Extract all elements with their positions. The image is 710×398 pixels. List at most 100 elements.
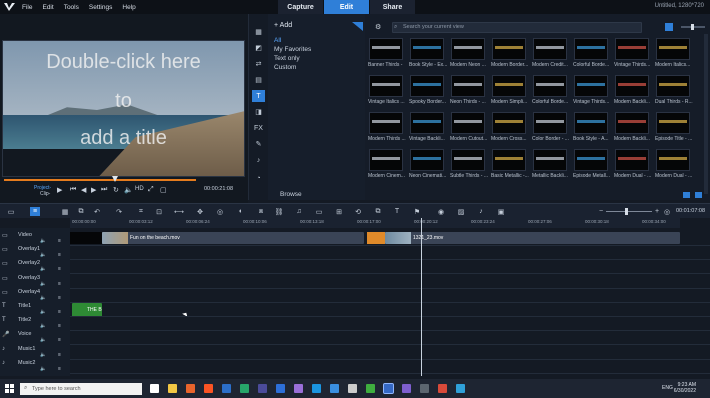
template-icon[interactable]: ▤ (252, 74, 265, 86)
link-icon[interactable]: ⛓ (274, 207, 284, 216)
zoom-slider[interactable] (606, 211, 652, 212)
color-icon[interactable]: ◐ (236, 207, 246, 216)
menu-edit[interactable]: Edit (42, 4, 53, 11)
track-label[interactable]: Video (18, 232, 32, 238)
category-text-only[interactable]: Text only (274, 55, 300, 62)
title-thumbnail[interactable] (451, 75, 485, 97)
split-icon[interactable]: ⟷ (174, 207, 184, 216)
title-thumbnail[interactable] (656, 112, 690, 134)
title-thumbnail[interactable] (451, 112, 485, 134)
mosaic-icon[interactable]: ▨ (456, 207, 466, 216)
app-icon-1[interactable] (222, 384, 231, 393)
title-thumbnail[interactable] (369, 149, 403, 171)
track-volume-icon[interactable]: 🔈 (40, 266, 46, 272)
track-label[interactable]: Music1 (18, 346, 35, 352)
category-custom[interactable]: Custom (274, 64, 296, 71)
taskbar-search-input[interactable]: Type here to search (20, 383, 142, 395)
timecode[interactable]: 00:00:21:08 (204, 186, 233, 192)
track-menu-icon[interactable]: ≡ (58, 309, 61, 315)
track-label[interactable]: Voice (18, 331, 31, 337)
track-volume-icon[interactable]: 🔈 (40, 309, 46, 315)
menu-settings[interactable]: Settings (89, 4, 113, 11)
library-scrollbar[interactable] (704, 34, 708, 194)
audio-mix-icon[interactable]: ♫ (294, 207, 304, 216)
windows-start-icon[interactable] (5, 384, 14, 393)
category-all[interactable]: All (274, 37, 281, 44)
app-icon-11[interactable] (438, 384, 447, 393)
overlay-icon[interactable]: ⧈ (256, 207, 266, 216)
music-icon[interactable]: ♪ (476, 207, 486, 216)
preview-video[interactable]: Double-click here to add a title (2, 40, 245, 177)
track-volume-icon[interactable]: 🔈 (40, 252, 46, 258)
category-favorites[interactable]: My Favorites (274, 46, 311, 53)
file-explorer-icon[interactable] (168, 384, 177, 393)
app-icon-10[interactable] (420, 384, 429, 393)
title-clip[interactable]: THE B (72, 303, 102, 317)
motion-icon[interactable]: ✥ (195, 207, 205, 216)
track-menu-icon[interactable]: ≡ (58, 266, 61, 272)
timeline-view-icon[interactable]: ≡ (30, 207, 40, 216)
track-menu-icon[interactable]: ≡ (58, 337, 61, 343)
volume-icon[interactable]: 🔈 (124, 186, 133, 194)
title-thumbnail[interactable] (533, 149, 567, 171)
mask-icon[interactable]: ◎ (215, 207, 225, 216)
copy-icon[interactable]: ⧉ (76, 207, 86, 216)
title-thumbnail[interactable] (656, 149, 690, 171)
title-thumbnail[interactable] (410, 38, 444, 60)
transition-icon[interactable]: ⇄ (252, 58, 265, 70)
skip-end-icon[interactable]: ⏭ (101, 186, 107, 194)
stabilize-icon[interactable]: ⟲ (353, 207, 363, 216)
track-volume-icon[interactable]: 🔈 (40, 366, 46, 372)
track-volume-icon[interactable]: 🔈 (40, 323, 46, 329)
grid-icon[interactable]: ⊞ (334, 207, 344, 216)
zoom-handle[interactable] (625, 208, 628, 215)
trim-icon[interactable]: ⊡ (154, 207, 164, 216)
prev-frame-icon[interactable]: ◀ (81, 186, 86, 194)
skip-start-icon[interactable]: ⏮ (70, 186, 76, 194)
crop-icon[interactable]: ⌗ (136, 207, 146, 216)
app-icon-5[interactable] (294, 384, 303, 393)
track-volume-icon[interactable]: 🔈 (40, 281, 46, 287)
media-icon[interactable]: ▦ (252, 26, 265, 38)
taskbar-clock[interactable]: 9:23 AM 6/30/2022 (674, 382, 696, 394)
track-volume-icon[interactable]: 🔈 (40, 337, 46, 343)
title-thumbnail[interactable] (369, 75, 403, 97)
fullscreen-icon[interactable]: ⤢ (148, 186, 154, 194)
videostudio-taskbar-icon[interactable] (383, 383, 394, 394)
title-thumbnail[interactable] (533, 75, 567, 97)
app-icon-3[interactable] (258, 384, 267, 393)
snapshot-icon[interactable]: ▢ (160, 186, 167, 194)
grid-view-icon[interactable] (665, 23, 673, 31)
title-thumbnail[interactable] (492, 75, 526, 97)
track-menu-icon[interactable]: ≡ (58, 281, 61, 287)
track-label[interactable]: Overlay4 (18, 289, 40, 295)
track-manager-icon[interactable]: ▦ (60, 207, 70, 216)
title-thumbnail[interactable] (369, 38, 403, 60)
title-thumbnail[interactable] (656, 38, 690, 60)
instant-project-icon[interactable]: ◩ (252, 42, 265, 54)
timeline-ruler[interactable]: 00:00:00:00 00:00:03:12 00:00:06:24 00:00:1… (70, 218, 680, 228)
app-icon-6[interactable] (312, 384, 321, 393)
title-thumbnail[interactable] (410, 149, 444, 171)
tab-share[interactable]: Share (370, 0, 415, 14)
title-thumbnail[interactable] (492, 112, 526, 134)
track-menu-icon[interactable]: ≡ (58, 252, 61, 258)
title-thumbnail[interactable] (451, 149, 485, 171)
title-thumbnail[interactable] (615, 149, 649, 171)
title-thumbnail[interactable] (615, 38, 649, 60)
menu-file[interactable]: File (22, 4, 32, 11)
title-overlay-line2[interactable]: to (3, 90, 244, 113)
add-folder-button[interactable]: + Add (274, 22, 292, 29)
redo-icon[interactable]: ↷ (114, 207, 124, 216)
track-volume-icon[interactable]: 🔈 (40, 352, 46, 358)
play-icon[interactable]: ▶ (57, 186, 62, 194)
tab-capture[interactable]: Capture (278, 0, 323, 14)
title-thumbnail[interactable] (451, 38, 485, 60)
playhead[interactable] (421, 218, 422, 376)
title-overlay-line1[interactable]: Double-click here (3, 51, 244, 74)
thumb-size-handle[interactable] (691, 24, 694, 30)
track-label[interactable]: Title2 (18, 317, 31, 323)
track-label[interactable]: Title1 (18, 303, 31, 309)
title-thumbnail[interactable] (574, 38, 608, 60)
title-thumbnail[interactable] (615, 112, 649, 134)
